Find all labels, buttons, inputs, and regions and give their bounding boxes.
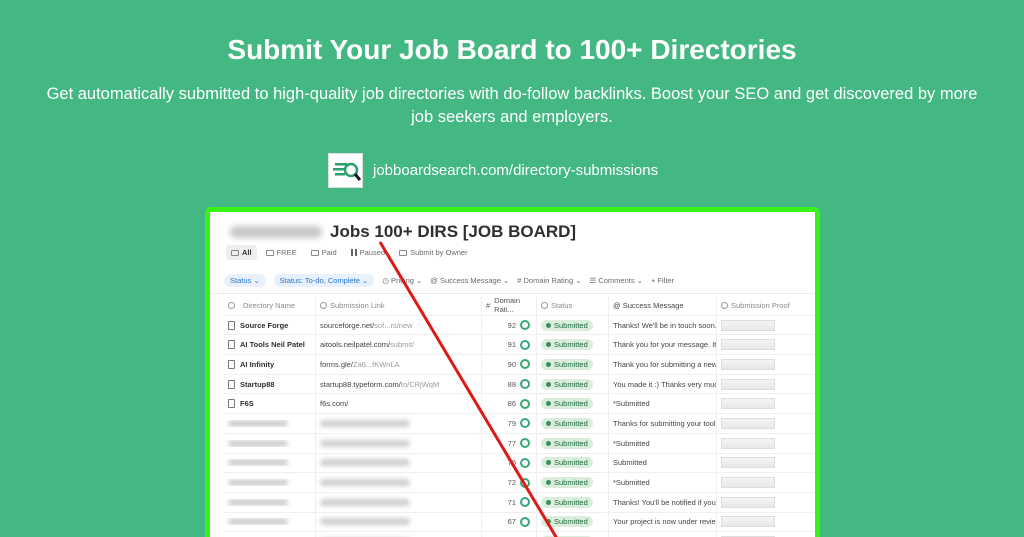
page-title: Submit Your Job Board to 100+ Directorie… [227, 34, 797, 65]
page-subtitle: Get automatically submitted to high-qual… [46, 85, 978, 126]
database-screenshot: Jobs 100+ DIRS [JOB BOARD] All FREE Paid… [205, 207, 820, 537]
red-arrow [378, 241, 558, 537]
jobboardsearch-logo-icon [328, 152, 363, 188]
site-url[interactable]: jobboardsearch.com/directory-submissions [373, 162, 658, 179]
site-link[interactable]: jobboardsearch.com/directory-submissions [328, 152, 658, 188]
